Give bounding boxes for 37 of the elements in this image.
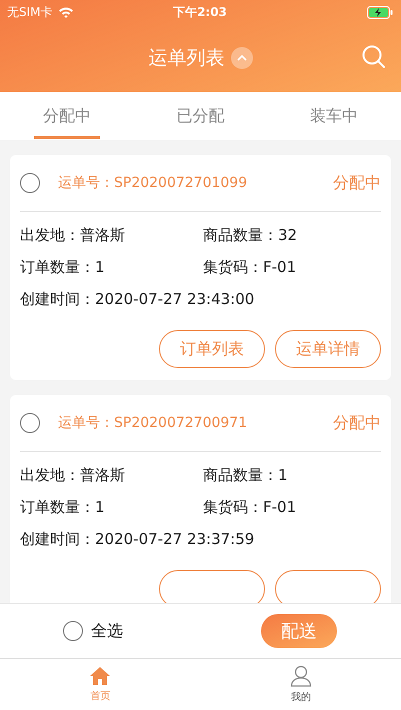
waybill-number: 运单号：SP2020072701099 — [58, 174, 248, 192]
carrier-text: 无SIM卡 — [7, 4, 53, 20]
waybill-number: 运单号：SP2020072700971 — [58, 414, 248, 432]
select-all-label: 全选 — [91, 620, 123, 642]
outline-button[interactable]: 订单列表 — [159, 330, 265, 368]
info-text: 商品数量：1 — [203, 465, 289, 486]
tab[interactable]: 分配中 — [0, 92, 134, 140]
deliver-button[interactable]: 配送 — [261, 614, 337, 648]
nav-label[interactable]: 我的 — [290, 690, 311, 704]
outline-button[interactable]: 运单详情 — [275, 330, 381, 368]
collapse-icon[interactable] — [230, 47, 252, 69]
info-text: 集货码：F-01 — [203, 257, 298, 278]
outline-button[interactable] — [159, 570, 265, 603]
outline-button[interactable] — [275, 570, 381, 603]
info-text: 订单数量：1 — [20, 257, 106, 278]
status-label: 分配中 — [333, 172, 381, 194]
select-radio[interactable] — [20, 173, 40, 193]
info-text: 商品数量：32 — [203, 225, 298, 246]
search-icon[interactable] — [361, 44, 387, 70]
info-text: 出发地：普洛斯 — [20, 225, 126, 246]
home-icon[interactable] — [89, 666, 112, 686]
tab[interactable]: 已分配 — [134, 92, 268, 140]
tab[interactable]: 装车中 — [267, 92, 401, 140]
nav-label[interactable]: 首页 — [90, 689, 110, 703]
select-radio[interactable] — [20, 413, 40, 433]
info-text: 创建时间：2020-07-27 23:43:00 — [20, 289, 256, 310]
info-text: 创建时间：2020-07-27 23:37:59 — [20, 529, 256, 550]
wifi-icon — [58, 6, 74, 18]
select-all-radio[interactable] — [63, 621, 83, 641]
user-icon[interactable] — [290, 665, 312, 687]
status-time: 下午2:03 — [173, 4, 227, 20]
info-text: 出发地：普洛斯 — [20, 465, 126, 486]
info-text: 集货码：F-01 — [203, 497, 298, 518]
status-label: 分配中 — [333, 412, 381, 434]
battery-icon — [366, 6, 393, 18]
info-text: 订单数量：1 — [20, 497, 106, 518]
page-title: 运单列表 — [148, 46, 224, 71]
